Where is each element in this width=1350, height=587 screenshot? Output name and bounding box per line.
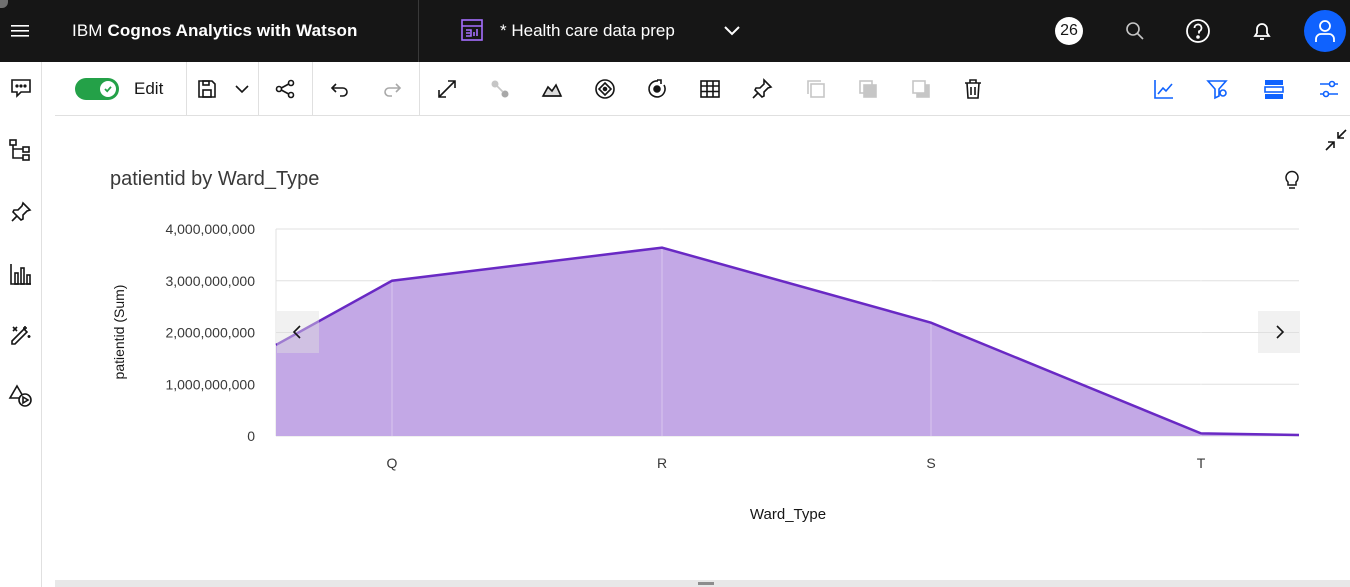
chevron-right-icon [1276,325,1285,339]
scroll-left-button[interactable] [277,311,319,353]
x-axis-label: Ward_Type [750,506,826,523]
y-tick-label: 2,000,000,000 [165,325,255,341]
area-chart: 4,000,000,000 3,000,000,000 2,000,000,000 1… [111,221,1300,523]
y-axis-ticks: 4,000,000,000 3,000,000,000 2,000,000,000 1… [165,221,255,444]
x-axis-ticks: Q R S T [387,455,1206,471]
horizontal-scrollbar[interactable] [55,580,1350,587]
x-tick-label: S [926,455,935,471]
x-tick-label: Q [387,455,398,471]
scroll-right-button[interactable] [1258,311,1300,353]
scrollbar-thumb[interactable] [698,582,714,585]
y-tick-label: 4,000,000,000 [165,221,255,237]
chevron-left-icon [292,325,301,339]
y-tick-label: 0 [247,428,255,444]
x-tick-label: T [1197,455,1206,471]
y-tick-label: 1,000,000,000 [165,376,255,392]
x-tick-label: R [657,455,667,471]
y-tick-label: 3,000,000,000 [165,273,255,289]
y-axis-label: patientid (Sum) [111,285,127,380]
